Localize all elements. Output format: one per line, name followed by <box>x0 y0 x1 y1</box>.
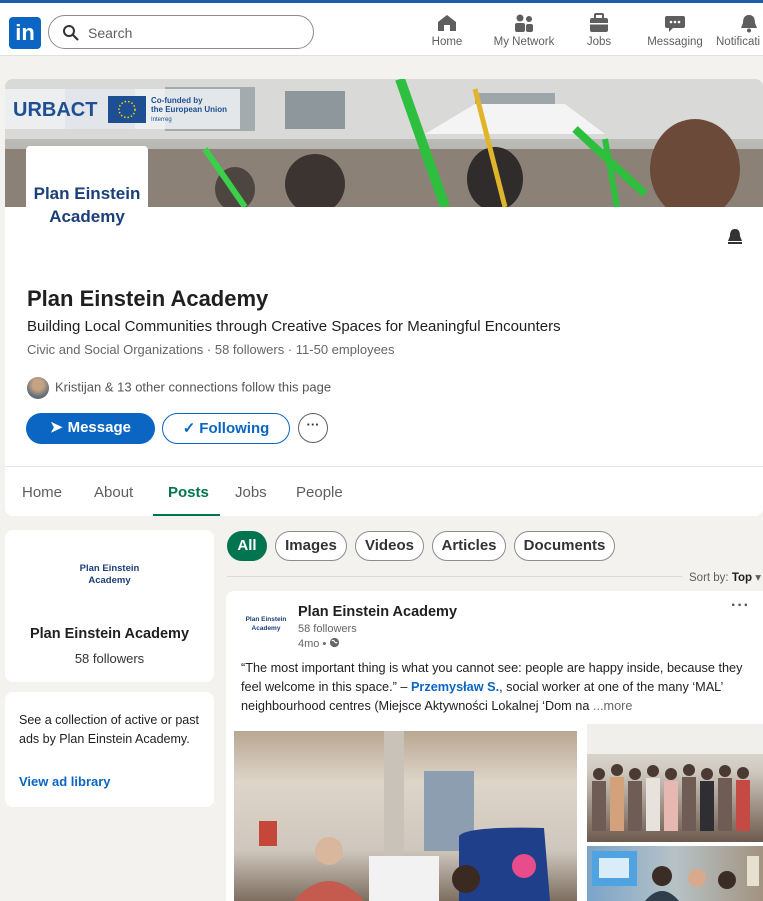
post-photo-secondary-scene <box>592 851 759 901</box>
post-photo-group-scene <box>587 724 763 831</box>
company-logo-line1: Plan Einstein <box>33 184 141 203</box>
briefcase-icon <box>590 13 608 32</box>
company-logo[interactable]: Plan Einstein Academy <box>26 146 148 238</box>
notification-bell-icon[interactable] <box>724 226 746 248</box>
filter-articles[interactable]: Articles <box>432 531 506 561</box>
network-icon <box>515 14 533 32</box>
linkedin-logo[interactable]: in <box>9 17 41 49</box>
sidebar-followers: 58 followers <box>74 651 145 666</box>
nav-my-network-label: My Network <box>493 36 555 48</box>
nav-notifications-label: Notificati <box>716 36 761 48</box>
post-photo-group[interactable] <box>587 724 763 842</box>
following-label: Following <box>199 420 270 437</box>
nav-jobs[interactable]: Jobs <box>582 11 616 55</box>
eu-cofunded-text: Co-funded by <box>151 96 203 105</box>
company-tagline: Building Local Communities through Creat… <box>27 318 561 335</box>
nav-jobs-label: Jobs <box>586 36 612 48</box>
more-actions-button[interactable]: ··· <box>298 413 328 443</box>
message-button[interactable]: ➤ Message <box>26 413 155 444</box>
bell-icon <box>741 15 757 33</box>
post-photo-main-scene <box>259 731 550 901</box>
checkmark-icon: ✓ <box>182 420 196 437</box>
nav-notifications[interactable]: Notificati <box>716 11 763 55</box>
see-more-link[interactable]: ...more <box>593 699 632 713</box>
search-icon <box>63 25 79 41</box>
ad-library-text: See a collection of active or past ads b… <box>19 713 199 746</box>
nav-messaging-label: Messaging <box>647 36 703 48</box>
search-input[interactable]: Search <box>48 15 314 49</box>
page-tabs: Home About Posts Jobs People <box>5 466 763 516</box>
sidebar-logo-line2: Academy <box>88 575 131 586</box>
tab-posts[interactable]: Posts <box>168 484 209 501</box>
ad-library-card: See a collection of active or past ads b… <box>5 692 214 807</box>
tab-people[interactable]: People <box>296 484 343 501</box>
sort-label: Sort by: <box>689 572 729 584</box>
filter-videos[interactable]: Videos <box>355 531 424 561</box>
search-placeholder: Search <box>88 25 133 41</box>
filter-images[interactable]: Images <box>275 531 347 561</box>
post-timestamp: 4mo • <box>298 637 340 650</box>
company-name: Plan Einstein Academy <box>27 286 269 311</box>
sidebar-logo-line1: Plan Einstein <box>79 563 140 574</box>
tab-about[interactable]: About <box>94 484 133 501</box>
connection-avatar <box>27 377 49 399</box>
nav-home[interactable]: Home <box>428 11 466 55</box>
messaging-icon <box>665 16 685 32</box>
filter-documents[interactable]: Documents <box>514 531 615 561</box>
home-icon <box>438 15 456 31</box>
tab-home[interactable]: Home <box>22 484 62 501</box>
tab-jobs[interactable]: Jobs <box>235 484 267 501</box>
following-button[interactable]: ✓ Following <box>162 413 290 444</box>
sort-divider <box>227 576 682 577</box>
connections-follow[interactable]: Kristijan & 13 other connections follow … <box>27 377 331 399</box>
company-logo-line2: Academy <box>49 207 125 226</box>
sidebar-company-logo[interactable]: Plan Einstein Academy <box>5 563 214 587</box>
send-icon: ➤ <box>50 419 63 436</box>
chevron-down-icon: ▾ <box>755 572 762 584</box>
post-mention-link[interactable]: Przemysław S. <box>411 680 499 694</box>
urbact-logo-text: URBACT <box>13 99 97 121</box>
nav-my-network[interactable]: My Network <box>488 11 560 55</box>
connections-text: Kristijan & 13 other connections follow … <box>55 379 332 395</box>
view-ad-library-link[interactable]: View ad library <box>19 774 111 789</box>
sort-value: Top <box>731 572 753 584</box>
post-text: “The most important thing is what you ca… <box>241 659 756 716</box>
sidebar-company-card: Plan Einstein Academy Plan Einstein Acad… <box>5 530 214 682</box>
post-logo-line1: Plan Einstein <box>245 616 287 623</box>
eu-union-text: the European Union <box>151 105 227 114</box>
sidebar-company-name[interactable]: Plan Einstein Academy <box>5 626 214 642</box>
post-photo-secondary[interactable] <box>587 846 763 901</box>
post-time-text: 4mo • <box>298 638 327 650</box>
company-meta: Civic and Social Organizations · 58 foll… <box>27 342 395 357</box>
top-navigation-bar: in Search Home My Network Jobs Messaging… <box>0 0 763 56</box>
post-options-button[interactable]: ··· <box>731 597 750 615</box>
post-author-name[interactable]: Plan Einstein Academy <box>298 604 457 620</box>
post-author-followers: 58 followers <box>298 623 357 635</box>
post-author-logo[interactable]: Plan Einstein Academy <box>242 615 290 633</box>
post-photo-main[interactable] <box>234 731 577 901</box>
sort-dropdown[interactable]: Sort by: Top ▾ <box>689 570 761 584</box>
post-logo-line2: Academy <box>251 625 281 632</box>
nav-messaging[interactable]: Messaging <box>645 11 705 55</box>
interreg-text: Interreg <box>151 117 172 123</box>
active-tab-indicator <box>153 514 220 516</box>
nav-home-label: Home <box>431 36 463 48</box>
filter-all[interactable]: All <box>227 531 267 561</box>
globe-icon <box>330 637 340 648</box>
message-label: Message <box>67 419 131 436</box>
